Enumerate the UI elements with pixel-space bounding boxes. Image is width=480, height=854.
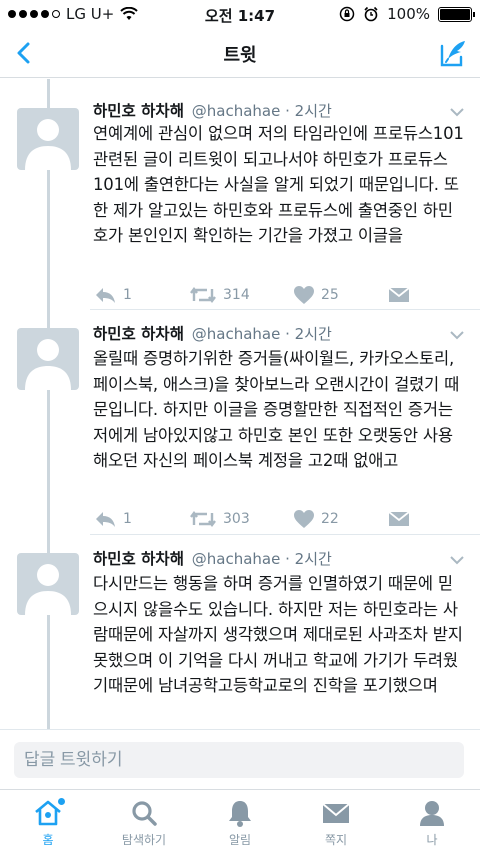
page-title: 트윗: [223, 45, 257, 66]
rotation-lock-icon: [339, 6, 355, 22]
handle: @hachahae: [191, 550, 281, 568]
handle: @hachahae: [191, 325, 281, 343]
tweet-header: 하민호 하차해 @hachahae · 2시간: [93, 99, 332, 121]
chevron-down-icon[interactable]: [450, 553, 464, 567]
tab-messages[interactable]: 쪽지: [288, 798, 384, 848]
like-button[interactable]: 25: [293, 283, 339, 307]
reply-count: 1: [123, 511, 132, 527]
notification-dot: [58, 798, 65, 805]
alarm-icon: [364, 6, 378, 22]
tweet-item[interactable]: 하민호 하차해 @hachahae · 2시간 연예계에 관심이 없으며 저의 …: [0, 79, 480, 309]
envelope-icon: [388, 511, 410, 526]
envelope-icon: [321, 798, 351, 828]
tweet-text: 다시만드는 행동을 하며 증거를 인멸하였기 때문에 믿으시지 않을수도 있습니…: [93, 574, 463, 695]
avatar[interactable]: [17, 108, 79, 170]
tweet-item[interactable]: 하민호 하차해 @hachahae · 2시간 올릴때 증명하기위한 증거들(싸…: [0, 310, 480, 530]
battery-icon: [438, 6, 475, 22]
tab-bar: 홈 탐색하기 알림 쪽지 나: [0, 789, 480, 854]
home-icon: [33, 798, 65, 828]
like-count: 22: [321, 511, 339, 527]
tab-label: 탐색하기: [121, 833, 167, 847]
tab-label: 쪽지: [324, 833, 348, 847]
display-name[interactable]: 하민호 하차해: [93, 102, 184, 120]
nav-bar: 트윗: [0, 28, 480, 78]
tab-notifications[interactable]: 알림: [192, 798, 288, 848]
direct-message-button[interactable]: [388, 507, 410, 531]
reply-input[interactable]: [14, 742, 464, 778]
like-count: 25: [321, 287, 339, 303]
tab-label: 나: [426, 833, 438, 847]
tweet-text: 연예계에 관심이 없으며 저의 타임라인에 프로듀스101 관련된 글이 리트윗…: [93, 124, 464, 245]
tweet-header: 하민호 하차해 @hachahae · 2시간: [93, 322, 332, 344]
retweet-count: 303: [223, 511, 250, 527]
tab-label: 알림: [228, 833, 252, 847]
retweet-count: 314: [223, 287, 250, 303]
tab-profile[interactable]: 나: [384, 798, 480, 848]
display-name[interactable]: 하민호 하차해: [93, 550, 184, 568]
like-button[interactable]: 22: [293, 507, 339, 531]
person-icon: [417, 798, 447, 828]
reply-icon: [96, 512, 115, 527]
status-right: 100%: [339, 5, 475, 23]
retweet-button[interactable]: 303: [189, 507, 250, 531]
avatar[interactable]: [17, 553, 79, 615]
search-icon: [129, 798, 159, 828]
retweet-icon: [190, 287, 216, 303]
direct-message-button[interactable]: [388, 283, 410, 307]
display-name[interactable]: 하민호 하차해: [93, 325, 184, 343]
battery-percent: 100%: [387, 5, 430, 23]
status-bar: LG U+ 오전 1:47 100%: [0, 0, 480, 28]
avatar[interactable]: [17, 328, 79, 390]
tweet-item[interactable]: 하민호 하차해 @hachahae · 2시간 다시만드는 행동을 하며 증거를…: [0, 535, 480, 729]
reply-count: 1: [123, 287, 132, 303]
tweet-text: 올릴때 증명하기위한 증거들(싸이월드, 카카오스토리, 페이스북, 애스크)을…: [93, 349, 460, 470]
compose-tweet-icon[interactable]: [438, 38, 468, 68]
tab-home[interactable]: 홈: [0, 798, 96, 848]
handle: @hachahae: [191, 102, 281, 120]
chevron-down-icon[interactable]: [450, 328, 464, 342]
timestamp: · 2시간: [285, 550, 332, 568]
retweet-button[interactable]: 314: [189, 283, 250, 307]
chevron-down-icon[interactable]: [450, 105, 464, 119]
heart-icon: [294, 286, 314, 304]
timestamp: · 2시간: [285, 102, 332, 120]
reply-icon: [96, 288, 115, 303]
tab-label: 홈: [42, 833, 54, 847]
timestamp: · 2시간: [285, 325, 332, 343]
bell-icon: [225, 798, 255, 828]
tab-search[interactable]: 탐색하기: [96, 798, 192, 848]
reply-button[interactable]: 1: [93, 283, 132, 307]
reply-button[interactable]: 1: [93, 507, 132, 531]
tweet-header: 하민호 하차해 @hachahae · 2시간: [93, 547, 332, 569]
tweet-actions: 1 314 25: [93, 283, 423, 307]
tweet-actions: 1 303 22: [93, 507, 423, 531]
tweet-thread: 하민호 하차해 @hachahae · 2시간 연예계에 관심이 없으며 저의 …: [0, 79, 480, 729]
envelope-icon: [388, 287, 410, 302]
retweet-icon: [190, 511, 216, 527]
heart-icon: [294, 510, 314, 528]
reply-bar: [0, 729, 480, 789]
